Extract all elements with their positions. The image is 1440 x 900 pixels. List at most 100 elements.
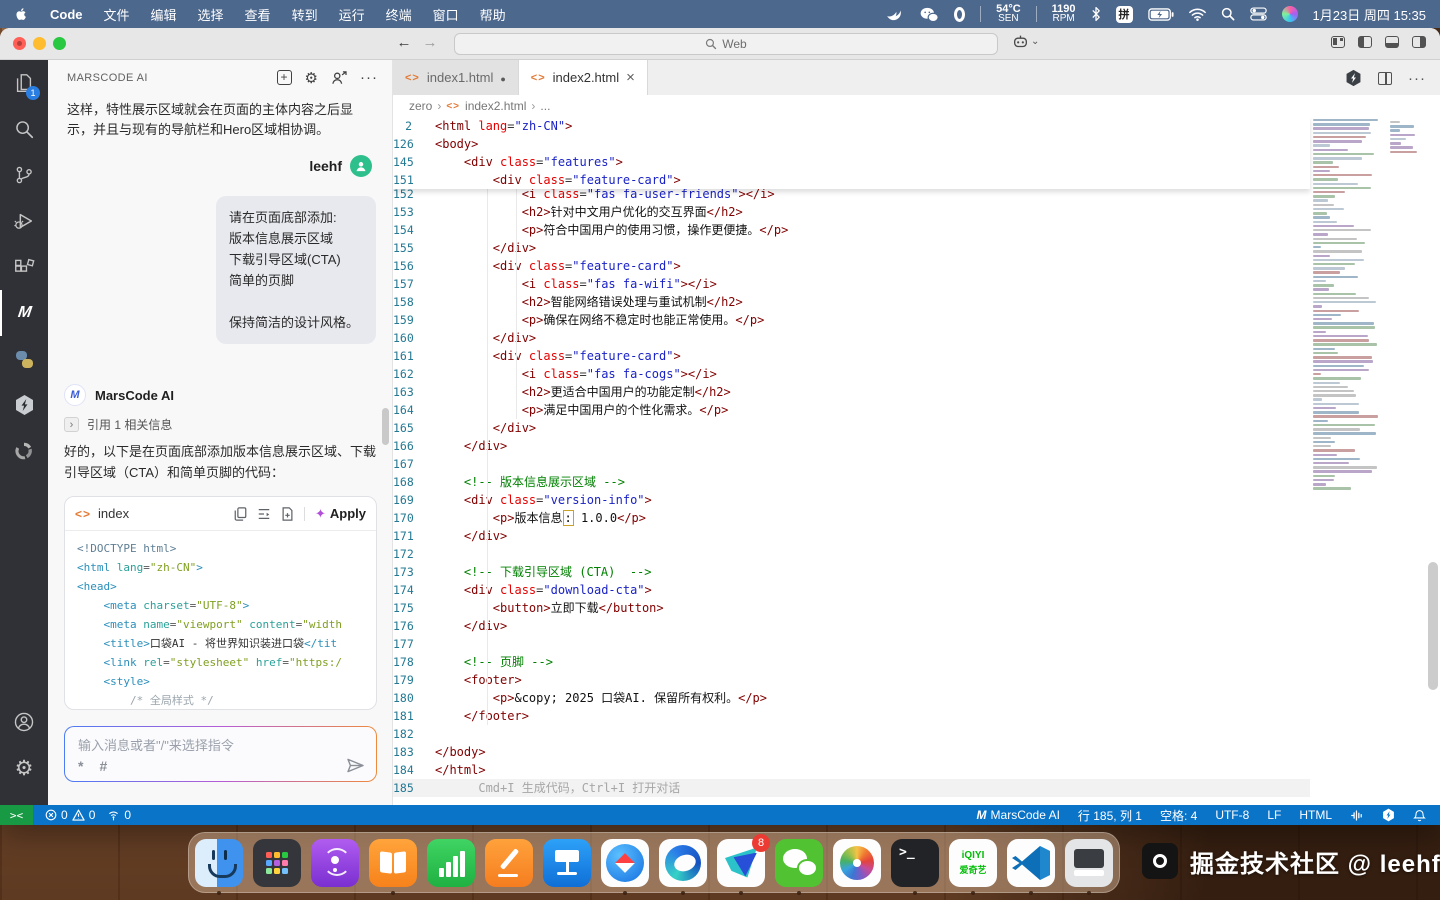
sticky-scroll[interactable]: 2 <html lang="zh-CN"> 126 <body> 145 <di…	[393, 117, 1310, 189]
tab-index2.html[interactable]: <> index2.html	[519, 60, 648, 95]
modified-dot-icon[interactable]	[500, 70, 505, 85]
breadcrumb[interactable]: zero › <> index2.html › ...	[393, 95, 1440, 117]
menu-item-8[interactable]: 帮助	[480, 5, 506, 24]
code-line-154[interactable]: 154 <p>符合中国用户的使用习惯，操作更便捷。</p>	[393, 221, 1310, 239]
activity-hex-extension[interactable]	[0, 382, 48, 428]
eol-status[interactable]: LF	[1267, 808, 1281, 822]
reference-toggle[interactable]: › 引用 1 相关信息	[64, 416, 172, 433]
problems-status[interactable]: 0 0	[45, 808, 95, 822]
podcasts-icon[interactable]	[311, 839, 359, 887]
user-avatar[interactable]	[350, 155, 372, 177]
code-line-169[interactable]: 169 <div class="version-info">	[393, 491, 1310, 509]
line-number[interactable]: 178	[393, 653, 435, 671]
code-line-160[interactable]: 160 </div>	[393, 329, 1310, 347]
code-line-181[interactable]: 181 </footer>	[393, 707, 1310, 725]
menu-item-2[interactable]: 选择	[198, 5, 224, 24]
activity-python[interactable]	[0, 336, 48, 382]
split-editor-icon[interactable]	[1378, 72, 1392, 85]
line-number[interactable]: 168	[393, 473, 435, 491]
siri-icon[interactable]	[1282, 6, 1298, 22]
line-number[interactable]: 180	[393, 689, 435, 707]
code-card-body[interactable]: <!DOCTYPE html><html lang="zh-CN"><head>…	[65, 531, 376, 710]
bluetooth-icon[interactable]	[1091, 6, 1101, 22]
dock-app-keynote[interactable]	[543, 839, 591, 887]
sidebar-scrollbar[interactable]	[382, 408, 389, 445]
activity-plugin[interactable]	[0, 428, 48, 474]
dock-app-launchpad[interactable]	[253, 839, 301, 887]
dock-app-terminal[interactable]	[891, 839, 939, 887]
line-number[interactable]: 126	[393, 135, 435, 153]
line-number[interactable]: 153	[393, 203, 435, 221]
screenshot-icon[interactable]	[1065, 839, 1113, 887]
line-number[interactable]: 145	[393, 153, 435, 171]
battery-icon[interactable]	[1148, 8, 1174, 21]
customize-layout-icon[interactable]	[1331, 36, 1345, 48]
tab-index1.html[interactable]: <> index1.html	[393, 60, 519, 95]
code-line-167[interactable]: 167	[393, 455, 1310, 473]
line-number[interactable]: 185	[393, 779, 435, 797]
code-line-157[interactable]: 157 <i class="fas fa-wifi"></i>	[393, 275, 1310, 293]
terminal-icon[interactable]	[891, 839, 939, 887]
fan-speed-widget[interactable]: 1190 RPM	[1052, 4, 1076, 24]
control-center-icon[interactable]	[1250, 7, 1267, 21]
menu-item-4[interactable]: 转到	[292, 5, 318, 24]
books-icon[interactable]	[369, 839, 417, 887]
toggle-panel-icon[interactable]	[1385, 36, 1399, 48]
activity-explorer[interactable]: 1	[0, 60, 48, 106]
code-line-164[interactable]: 164 <p>满足中国用户的个性化需求。</p>	[393, 401, 1310, 419]
marscode-status[interactable]: MMarsCode AI	[977, 808, 1060, 822]
line-number[interactable]: 176	[393, 617, 435, 635]
line-number[interactable]: 162	[393, 365, 435, 383]
code-line-183[interactable]: 183 </body>	[393, 743, 1310, 761]
breadcrumb-folder[interactable]: zero	[409, 99, 432, 113]
code-line-165[interactable]: 165 </div>	[393, 419, 1310, 437]
line-number[interactable]: 171	[393, 527, 435, 545]
code-line-171[interactable]: 171 </div>	[393, 527, 1310, 545]
line-number[interactable]: 175	[393, 599, 435, 617]
share-user-icon[interactable]	[331, 71, 347, 85]
code-line-161[interactable]: 161 <div class="feature-card">	[393, 347, 1310, 365]
activity-settings[interactable]: ⚙	[0, 745, 48, 791]
line-number[interactable]: 166	[393, 437, 435, 455]
wifi-icon[interactable]	[1189, 8, 1206, 21]
activity-extensions[interactable]	[0, 244, 48, 290]
code-line-168[interactable]: 168 <!-- 版本信息展示区域 -->	[393, 473, 1310, 491]
dock-app-pages[interactable]	[485, 839, 533, 887]
line-number[interactable]: 174	[393, 581, 435, 599]
chevron-right-icon[interactable]: ›	[64, 417, 79, 432]
chat-input-box[interactable]: 输入消息或者"/"来选择指令 * #	[64, 726, 377, 782]
ports-status[interactable]: 0	[107, 808, 131, 822]
finder-icon[interactable]	[195, 839, 243, 887]
code-line-170[interactable]: 170 <p>版本信息: 1.0.0</p>	[393, 509, 1310, 527]
more-actions-icon[interactable]: ···	[360, 69, 378, 86]
wechat-icon[interactable]	[775, 839, 823, 887]
code-line-185[interactable]: 185 Cmd+I 生成代码，Ctrl+I 打开对话	[393, 779, 1310, 797]
temperature-widget[interactable]: 54°C SEN	[996, 4, 1021, 24]
new-chat-icon[interactable]: +	[277, 70, 292, 85]
line-number[interactable]: 172	[393, 545, 435, 563]
code-line-2[interactable]: 2 <html lang="zh-CN">	[393, 117, 1310, 135]
dock-app-numbers[interactable]	[427, 839, 475, 887]
line-number[interactable]: 182	[393, 725, 435, 743]
cursor-position[interactable]: 行 185, 列 1	[1078, 807, 1142, 824]
dock-app-safari[interactable]	[601, 839, 649, 887]
dock-app-finder[interactable]	[195, 839, 243, 887]
dock-app-photos[interactable]	[833, 839, 881, 887]
code-line-178[interactable]: 178 <!-- 页脚 -->	[393, 653, 1310, 671]
language-mode[interactable]: HTML	[1299, 808, 1332, 822]
line-number[interactable]: 183	[393, 743, 435, 761]
line-number[interactable]: 156	[393, 257, 435, 275]
code-line-182[interactable]: 182	[393, 725, 1310, 743]
line-number[interactable]: 158	[393, 293, 435, 311]
code-line-184[interactable]: 184 </html>	[393, 761, 1310, 779]
iqiyi-icon[interactable]: iQIYI爱奇艺	[949, 839, 997, 887]
toggle-primary-sidebar-icon[interactable]	[1358, 36, 1372, 48]
send-message-icon[interactable]	[347, 758, 364, 773]
code-line-159[interactable]: 159 <p>确保在网络不稳定时也能正常使用。</p>	[393, 311, 1310, 329]
line-number[interactable]: 173	[393, 563, 435, 581]
breadcrumb-file[interactable]: index2.html	[465, 99, 526, 113]
line-number[interactable]: 164	[393, 401, 435, 419]
dock-app-vscode[interactable]	[1007, 839, 1055, 887]
toggle-secondary-sidebar-icon[interactable]	[1412, 36, 1426, 48]
menubar-clock[interactable]: 1月23日 周四 15:35	[1313, 5, 1426, 24]
